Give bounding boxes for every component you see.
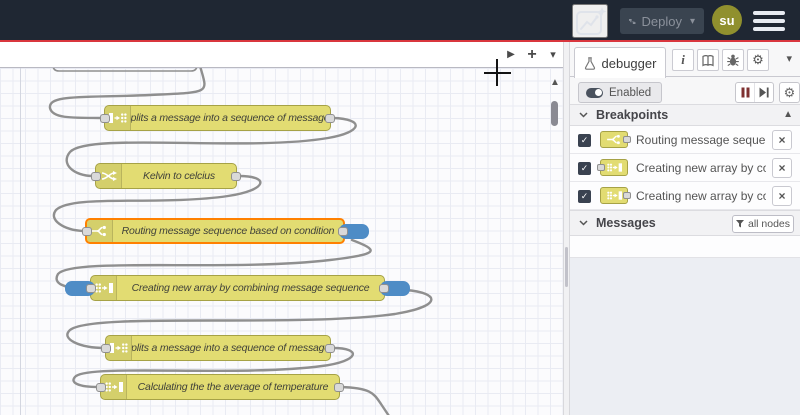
bug-icon <box>727 54 739 67</box>
input-port <box>597 164 605 171</box>
messages-list-area <box>570 258 800 415</box>
settings-button[interactable]: ⚙ <box>747 49 769 71</box>
node-label: Creating new array by combining message … <box>131 282 370 294</box>
flow-canvas[interactable]: ▶ + ▾ Splits a message into a sequence o… <box>0 42 563 415</box>
flow-sparkle-glyph <box>576 7 607 35</box>
node-label: Routing message sequence based on condit… <box>121 225 335 237</box>
remove-breakpoint-button[interactable]: × <box>772 158 792 178</box>
chevron-down-icon <box>579 112 588 118</box>
book-icon <box>702 54 714 66</box>
deploy-button[interactable]: Deploy ▾ <box>620 8 704 34</box>
step-icon <box>759 87 769 98</box>
breakpoint-label: Creating new array by combining message … <box>636 161 766 175</box>
add-flow-icon[interactable]: + <box>523 42 541 68</box>
breakpoint-checkbox[interactable]: ✓ <box>578 161 591 175</box>
tab-debugger-label: debugger <box>601 55 657 71</box>
breakpoint-label: Creating new array by combining message … <box>636 189 766 203</box>
flow-node-change[interactable]: Kelvin to celcius <box>91 163 241 189</box>
node-label: Calculating the the average of temperatu… <box>137 381 329 393</box>
node-label: Kelvin to celcius <box>143 170 215 182</box>
flow-node-join-2[interactable]: Calculating the the average of temperatu… <box>96 374 344 400</box>
debug-bug-button[interactable] <box>722 49 744 71</box>
debug-sidebar: debugger i ⚙ ▾ Enabled ⚙ Breakpoints ▲ ✓… <box>570 42 800 415</box>
chevron-down-icon <box>579 220 588 226</box>
info-button[interactable]: i <box>672 49 694 71</box>
deploy-nodes-icon <box>629 18 636 24</box>
filter-funnel-icon <box>735 220 744 228</box>
output-port[interactable] <box>231 171 241 181</box>
mini-switch-node-icon <box>600 131 631 148</box>
filter-label: all nodes <box>747 218 791 230</box>
toggle-on-icon <box>586 87 603 98</box>
tab-debugger[interactable]: debugger <box>574 47 666 78</box>
input-port[interactable] <box>101 343 111 353</box>
user-avatar[interactable]: su <box>712 5 742 35</box>
deploy-caret-icon[interactable]: ▾ <box>690 16 695 27</box>
breakpoint-checkbox[interactable]: ✓ <box>578 133 591 147</box>
breakpoints-section-header[interactable]: Breakpoints ▲ <box>570 104 800 126</box>
flow-tabbar: ▶ + ▾ <box>0 42 563 68</box>
mini-join-node-icon <box>597 159 628 176</box>
step-button[interactable] <box>754 83 773 102</box>
flow-sparkle-icon[interactable] <box>572 4 608 38</box>
flow-node-join-1[interactable]: Creating new array by combining message … <box>65 275 410 301</box>
flask-icon <box>584 56 595 70</box>
app-header: Deploy ▾ su <box>0 0 800 40</box>
deploy-label: Deploy <box>641 13 682 29</box>
canvas-scrollbar-thumb[interactable] <box>551 101 558 126</box>
output-port[interactable] <box>334 382 344 392</box>
flow-node-split-2[interactable]: Splits a message into a sequence of mess… <box>101 335 335 361</box>
input-port[interactable] <box>100 113 110 123</box>
node-label: Splits a message into a sequence of mess… <box>132 342 330 354</box>
sidebar-scroll-up-icon[interactable]: ▲ <box>783 109 793 120</box>
messages-title: Messages <box>596 216 656 230</box>
docs-button[interactable] <box>697 49 719 71</box>
crosshair-cursor <box>496 59 498 86</box>
messages-section-header[interactable]: Messages all nodes <box>570 210 800 236</box>
message-filter-button[interactable]: all nodes <box>732 215 794 233</box>
wire <box>339 385 390 415</box>
output-port[interactable] <box>379 283 389 293</box>
pause-step-group <box>735 82 774 103</box>
sidebar-tabrow: debugger i ⚙ ▾ <box>570 42 800 78</box>
breakpoint-row[interactable]: ✓ Routing message sequence based on cond… <box>570 126 800 154</box>
breakpoint-row[interactable]: ✓ Creating new array by combining messag… <box>570 182 800 210</box>
remove-breakpoint-button[interactable]: × <box>772 130 792 150</box>
debugger-enabled-toggle[interactable]: Enabled <box>578 82 662 103</box>
run-flows-icon[interactable]: ▶ <box>502 42 520 68</box>
breakpoint-checkbox[interactable]: ✓ <box>578 189 591 203</box>
input-port[interactable] <box>91 171 101 181</box>
debugger-toolbar: Enabled ⚙ <box>570 78 800 106</box>
breakpoints-title: Breakpoints <box>596 108 669 122</box>
output-port <box>623 136 631 143</box>
output-port[interactable] <box>338 226 348 236</box>
flow-node-split-1[interactable]: Splits a message into a sequence of mess… <box>100 105 335 131</box>
pause-button[interactable] <box>736 83 754 102</box>
flow-node-switch[interactable]: Routing message sequence based on condit… <box>82 218 369 244</box>
canvas-scroll-up-icon[interactable]: ▲ <box>547 75 563 89</box>
input-port[interactable] <box>96 382 106 392</box>
pause-icon <box>741 87 749 98</box>
enabled-label: Enabled <box>609 86 652 99</box>
output-port[interactable] <box>325 113 335 123</box>
flow-list-caret-icon[interactable]: ▾ <box>544 42 562 68</box>
breakpoint-label: Routing message sequence based on condit… <box>636 133 766 147</box>
output-port[interactable] <box>325 343 335 353</box>
input-port[interactable] <box>86 283 96 293</box>
messages-empty-row <box>570 236 800 258</box>
output-port <box>623 192 631 199</box>
node-label: Splits a message into a sequence of mess… <box>131 112 330 124</box>
mini-join-node-icon <box>600 187 631 204</box>
breakpoint-row[interactable]: ✓ Creating new array by combining messag… <box>570 154 800 182</box>
hamburger-icon <box>753 11 785 15</box>
sidebar-separator[interactable] <box>563 42 570 415</box>
debugger-settings-button[interactable]: ⚙ <box>779 82 800 103</box>
remove-breakpoint-button[interactable]: × <box>772 186 792 206</box>
sidebar-collapse-caret-icon[interactable]: ▾ <box>786 52 792 65</box>
separator-grip-icon[interactable] <box>565 247 568 287</box>
main-menu-button[interactable] <box>752 9 786 33</box>
input-port[interactable] <box>82 226 92 236</box>
